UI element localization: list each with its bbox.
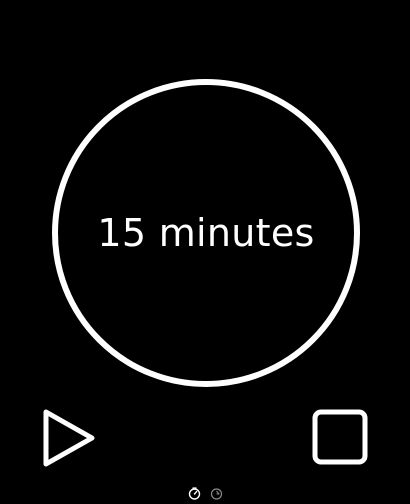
stopwatch-icon[interactable] [210, 485, 223, 500]
stop-button[interactable] [311, 408, 369, 466]
timer-icon[interactable] [188, 485, 201, 500]
timer-duration-label: 15 minutes [97, 211, 315, 255]
play-icon [43, 409, 95, 467]
page-indicator [0, 485, 410, 500]
stop-icon [312, 409, 368, 465]
play-button[interactable] [40, 408, 98, 468]
